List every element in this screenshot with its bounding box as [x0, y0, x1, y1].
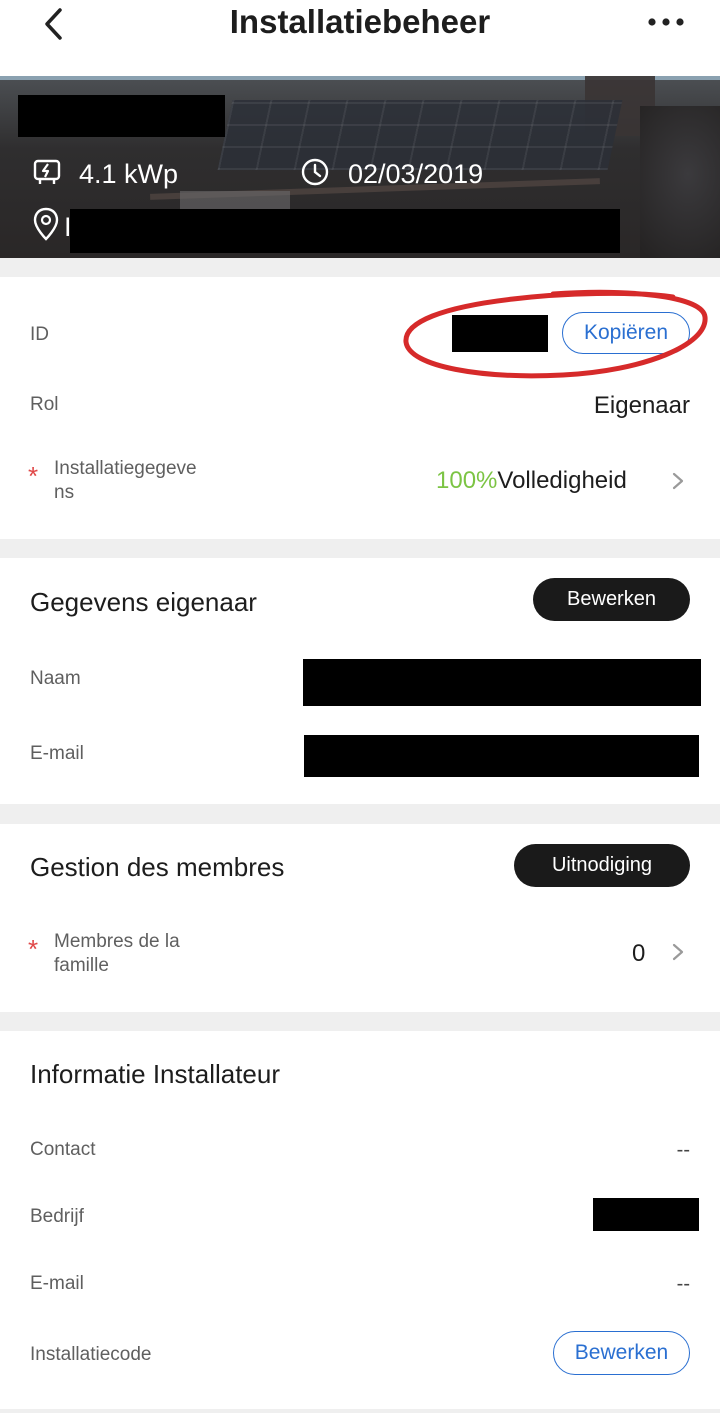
- owner-email-redacted: [304, 735, 699, 777]
- edit-owner-button[interactable]: Bewerken: [533, 578, 690, 621]
- solar-inverter-icon: [33, 159, 61, 184]
- members-section-title: Gestion des membres: [30, 852, 285, 882]
- owner-name-label: Naam: [30, 668, 81, 689]
- app-header: Installatiebeheer: [0, 0, 720, 76]
- required-asterisk: *: [28, 934, 39, 964]
- completeness-label: Volledigheid: [497, 467, 627, 494]
- role-label: Rol: [30, 394, 59, 415]
- invite-button[interactable]: Uitnodiging: [514, 844, 690, 887]
- address-redacted: [70, 209, 620, 253]
- installation-name-redacted: [18, 95, 225, 137]
- member-management-card: Gestion des membres Uitnodiging * Membre…: [0, 824, 720, 1012]
- more-options-button[interactable]: [646, 8, 690, 36]
- chevron-right-icon: [672, 472, 684, 490]
- location-pin-icon: [33, 207, 59, 241]
- installation-capacity: 4.1 kWp: [79, 159, 179, 189]
- installer-email-label: E-mail: [30, 1273, 84, 1294]
- owner-email-label: E-mail: [30, 743, 84, 764]
- completeness-percent: 100%: [436, 467, 498, 494]
- installer-info-card: Informatie Installateur Contact -- Bedri…: [0, 1031, 720, 1409]
- installation-data-label: Installatiegegeve ns: [54, 458, 197, 503]
- family-members-count: 0: [632, 940, 646, 967]
- installation-date: 02/03/2019: [348, 159, 484, 189]
- installation-banner: 4.1 kWp 02/03/2019 I: [0, 76, 720, 258]
- role-value: Eigenaar: [593, 392, 690, 419]
- owner-details-card: Gegevens eigenaar Bewerken Naam E-mail: [0, 558, 720, 804]
- chevron-right-icon: [672, 943, 684, 961]
- edit-installation-code-button[interactable]: Bewerken: [553, 1331, 690, 1375]
- family-members-label: Membres de la famille: [54, 931, 180, 976]
- installer-contact-value: --: [676, 1139, 690, 1161]
- clock-icon: [301, 158, 329, 186]
- id-label: ID: [30, 324, 49, 345]
- installer-company-redacted: [593, 1198, 699, 1231]
- installation-code-label: Installatiecode: [30, 1344, 152, 1365]
- owner-section-title: Gegevens eigenaar: [30, 587, 257, 617]
- completeness-value: 100%Volledigheid: [436, 467, 627, 495]
- installer-company-label: Bedrijf: [30, 1206, 84, 1227]
- installer-section-title: Informatie Installateur: [30, 1059, 281, 1089]
- installer-contact-label: Contact: [30, 1139, 96, 1160]
- highlight-circle-annotation: [403, 289, 708, 379]
- required-asterisk: *: [28, 461, 39, 491]
- family-members-row[interactable]: * Membres de la famille 0: [0, 922, 720, 988]
- installation-info-card: ID Kopiëren Rol Eigenaar * Installatiege…: [0, 277, 720, 539]
- more-horizontal-icon: [648, 18, 684, 26]
- owner-name-redacted: [303, 659, 701, 706]
- page-title: Installatiebeheer: [229, 3, 491, 40]
- banner-photo-tree: [640, 106, 720, 258]
- installer-email-value: --: [676, 1273, 690, 1295]
- installation-data-row[interactable]: * Installatiegegeve ns 100%Volledigheid: [0, 447, 720, 517]
